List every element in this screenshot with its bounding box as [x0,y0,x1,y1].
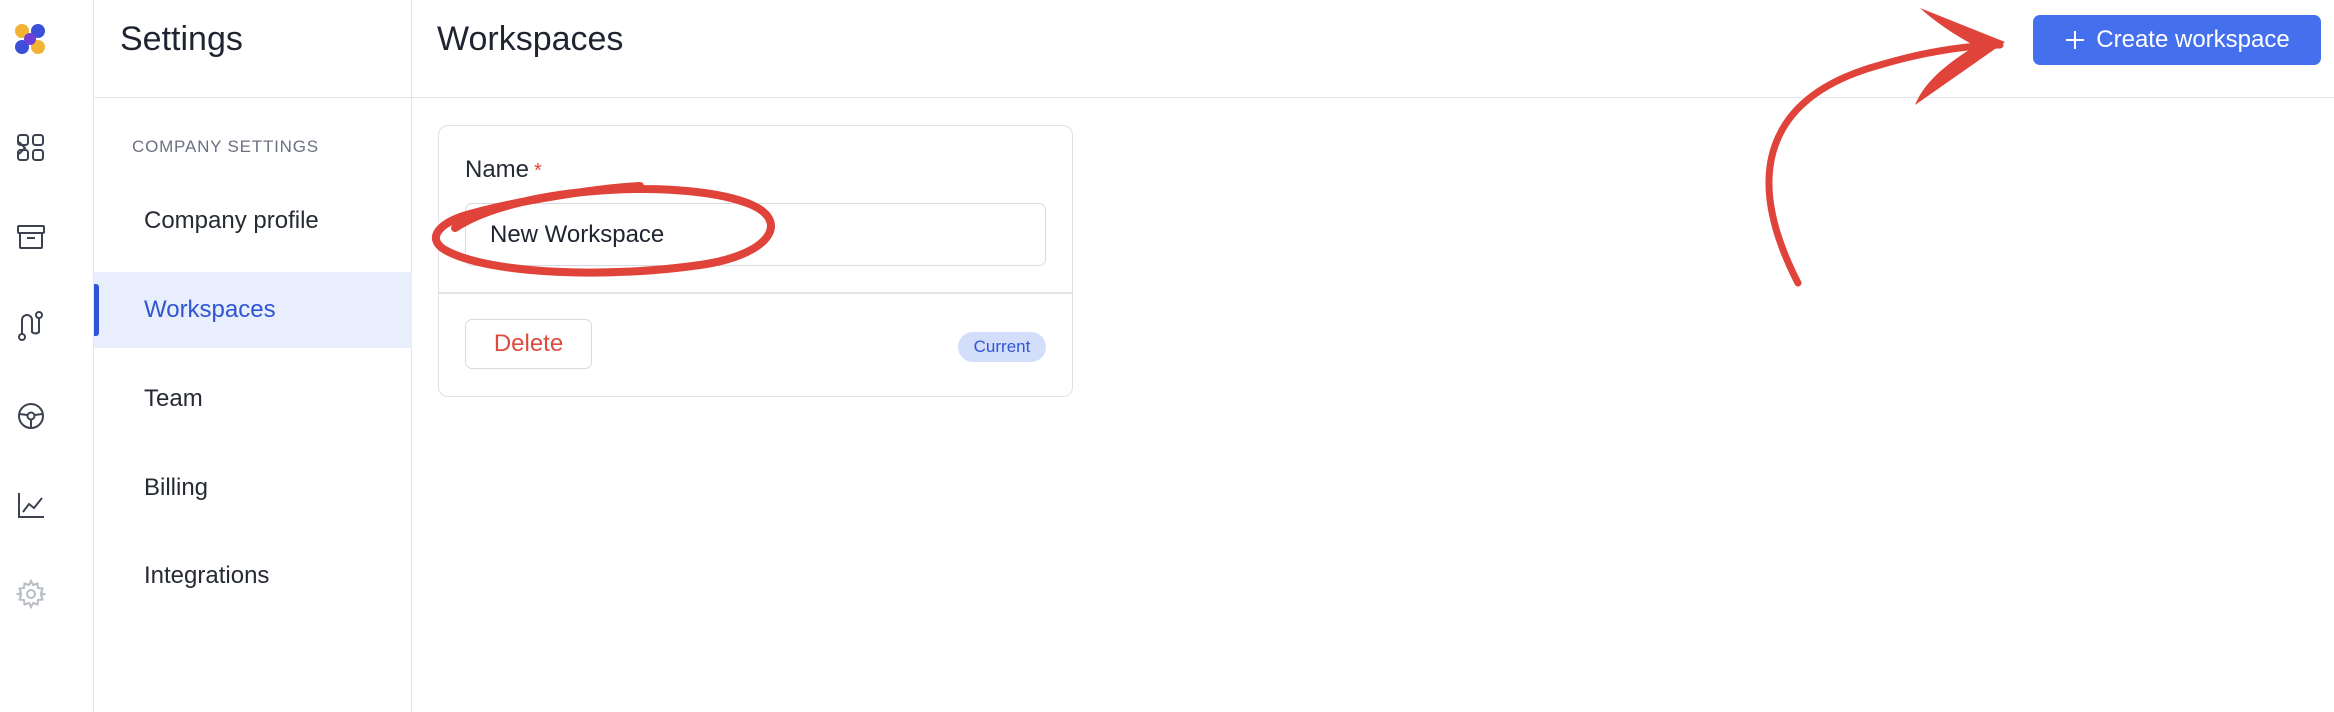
rail-drive[interactable] [0,386,94,446]
rail-analytics[interactable] [0,475,94,535]
header-divider [94,0,2334,98]
sidebar-item-billing[interactable]: Billing [94,450,412,526]
rail-archive[interactable] [0,207,94,267]
create-workspace-label: Create workspace [2096,26,2290,53]
icon-rail [0,0,94,712]
rail-apps[interactable] [0,118,94,178]
annotation-arrow-head [1915,8,2005,105]
workspace-name-input[interactable] [465,203,1046,266]
rail-settings[interactable] [0,564,94,624]
sidebar-item-label: Company profile [144,207,319,234]
workspace-card: Name* Delete Current [438,125,1073,397]
sidebar-item-integrations[interactable]: Integrations [94,538,412,614]
archive-box-icon [17,225,45,249]
sidebar-item-label: Integrations [144,562,270,589]
current-badge: Current [958,332,1046,362]
sidebar-item-label: Team [144,385,203,412]
app-logo-icon[interactable] [12,22,50,58]
gear-icon [16,579,46,609]
line-chart-icon [18,493,44,518]
card-divider [439,292,1072,294]
settings-title: Settings [120,20,243,58]
section-label-company-settings: COMPANY SETTINGS [132,137,319,156]
sidebar-item-workspaces[interactable]: Workspaces [94,272,412,348]
sidebar-item-label: Billing [144,474,209,501]
page-title: Workspaces [437,20,624,58]
chevron-right-icon [18,141,27,155]
steering-wheel-icon [18,403,44,429]
route-icon [18,311,43,341]
annotation-arrow-curve [1765,41,2004,287]
plus-icon [2066,31,2085,49]
name-label: Name * [465,156,542,184]
create-workspace-button[interactable]: Create workspace [2033,15,2321,65]
name-label-text: Name [465,156,530,183]
sidebar-item-label: Workspaces [144,296,276,323]
sidebar-item-team[interactable]: Team [94,361,412,437]
required-mark: * [534,160,542,182]
sidebar-item-company-profile[interactable]: Company profile [94,183,412,259]
delete-workspace-button[interactable]: Delete [465,319,592,369]
rail-routes[interactable] [0,296,94,356]
settings-sidebar: Settings COMPANY SETTINGS Company profil… [94,0,412,712]
